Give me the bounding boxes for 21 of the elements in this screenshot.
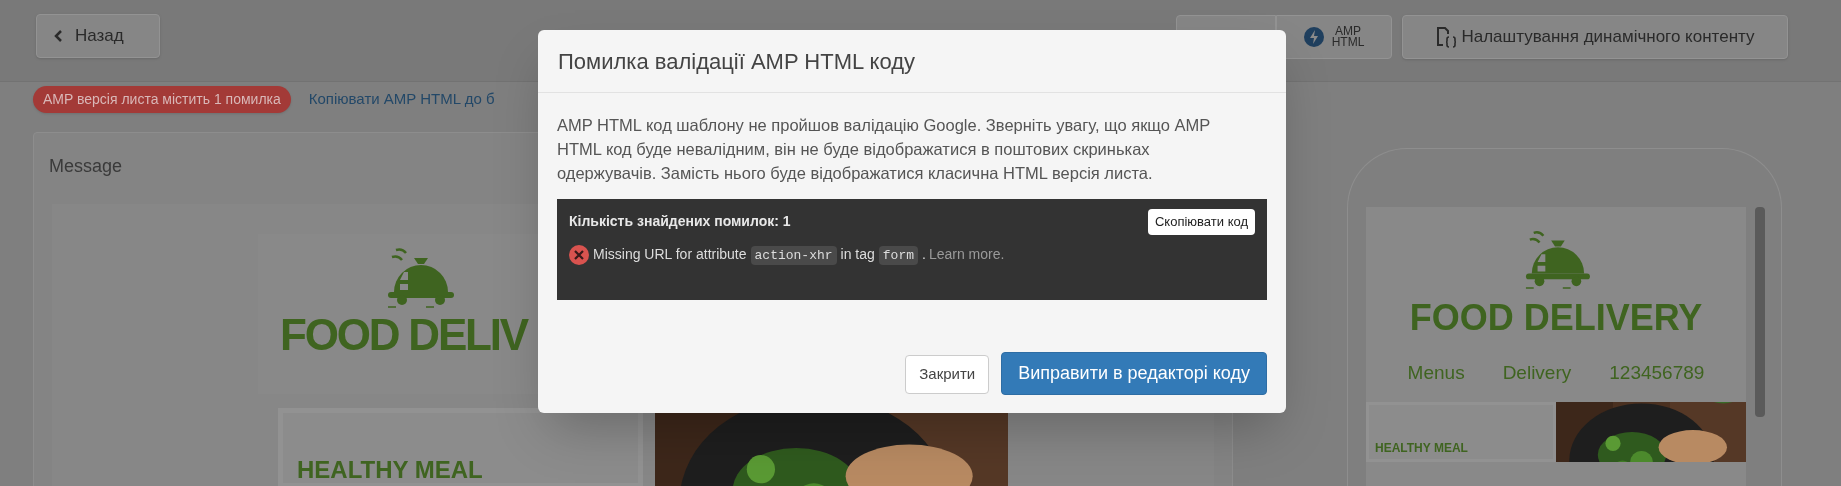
dialog-description: AMP HTML код шаблону не пройшов валідацію Google. Зверніть увагу, що якщо AMP HTML код буде невалідним, він не буде відображатися в поштових скриньках одержувачів. Замість нього буде відображатися класична HTML версія листа. [557, 115, 1211, 184]
promo-headline: HEALTHY MEAL [297, 457, 483, 483]
error-badge: AMP версія листа містить 1 помилка [33, 85, 291, 113]
dialog-title: Помилка валідації AMP HTML коду [538, 30, 1286, 93]
card-title: Message [48, 155, 124, 178]
dynamic-content-button[interactable]: Налаштування динамічного контенту [1402, 14, 1788, 59]
nav-link[interactable]: Menus [1407, 359, 1465, 388]
promo-headline: HEALTHY MEAL [1375, 439, 1468, 457]
brand-title: FOOD DELIV [280, 310, 527, 360]
amp-html-button[interactable]: AMP HTML [1276, 14, 1392, 59]
fix-in-editor-button[interactable]: Виправити в редакторі коду [1001, 352, 1267, 395]
error-count: Кількість знайдених помилок: 1 [569, 212, 791, 232]
copy-amp-link[interactable]: Копіювати AMP HTML до б [308, 87, 495, 111]
amp-html-label: HTML [1331, 36, 1365, 48]
amp-html-label: AMP [1335, 25, 1361, 37]
learn-more-link[interactable]: Learn more. [928, 245, 1005, 262]
error-message: Missing URL for attribute action-xhr in tag form . Learn more. [593, 244, 1005, 267]
copy-code-button[interactable]: Скопіювати код [1147, 209, 1255, 235]
back-button[interactable]: Назад [36, 13, 160, 58]
brand-title: FOOD DELIVERY [1409, 297, 1703, 339]
close-button[interactable]: Закрити [905, 355, 990, 394]
